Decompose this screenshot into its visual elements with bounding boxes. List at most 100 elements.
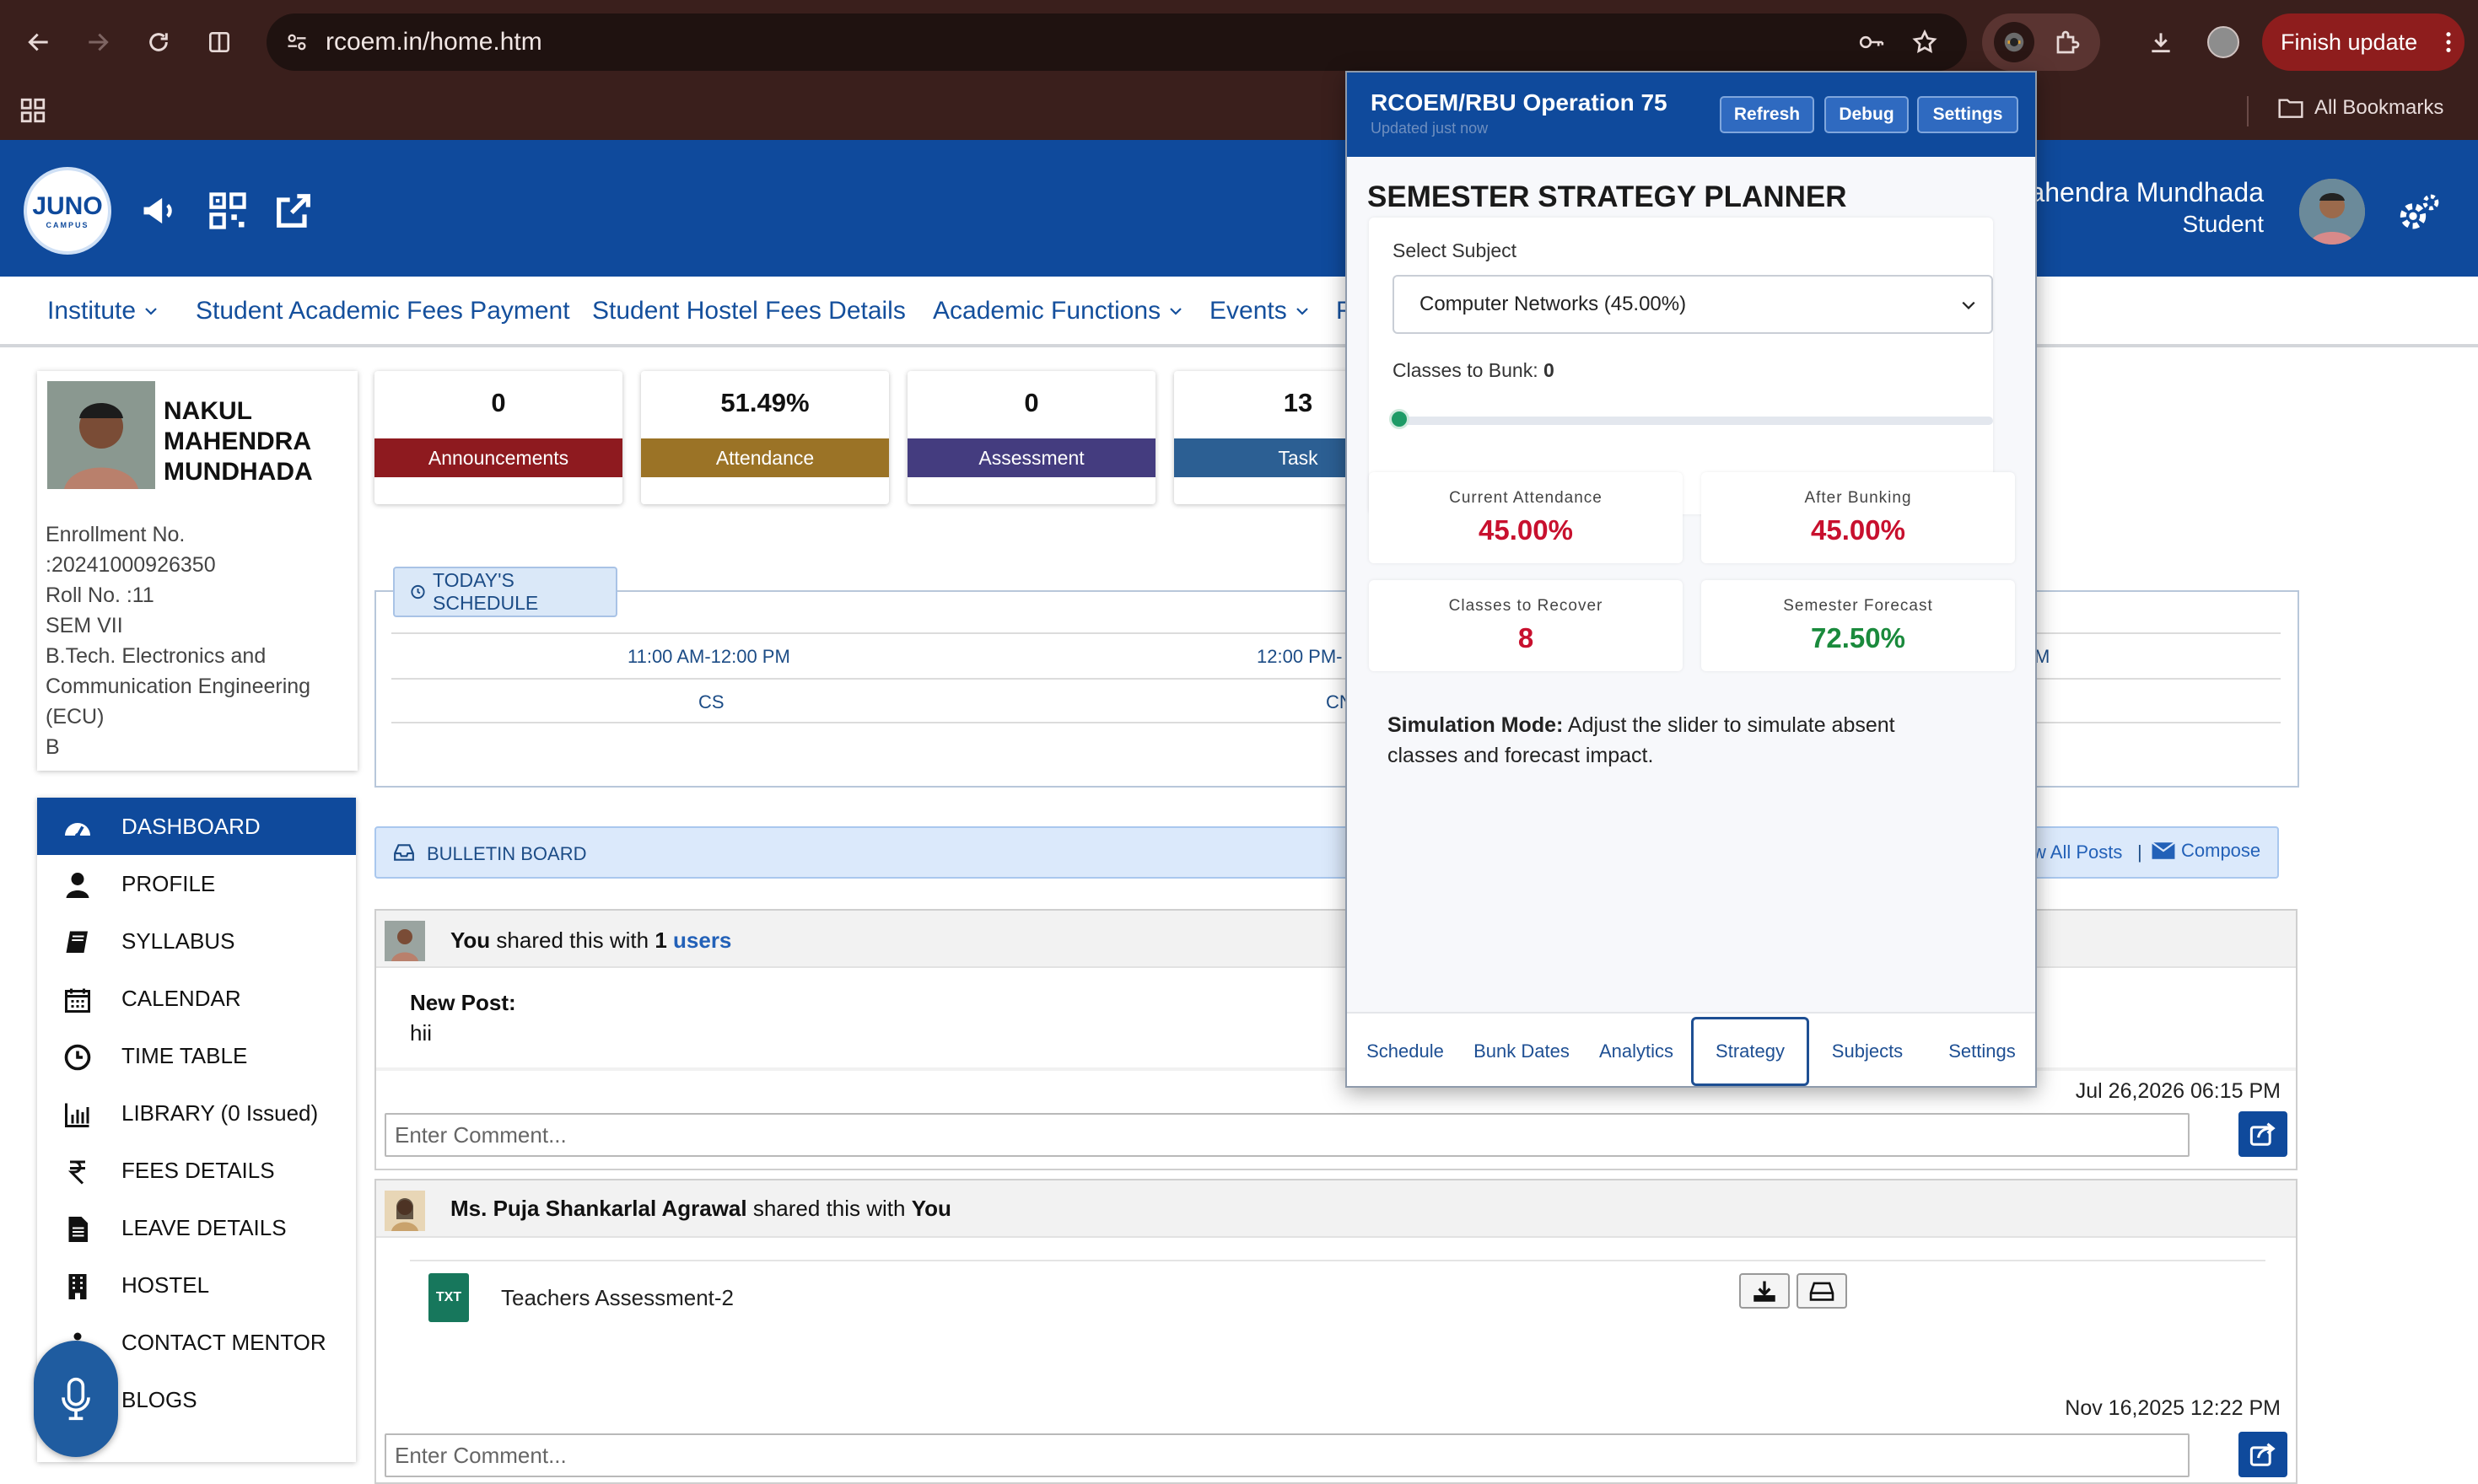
sidebar-item-profile[interactable]: PROFILE [37, 855, 356, 912]
stat-label: Assessment [908, 438, 1156, 477]
sidebar-item-hostel[interactable]: HOSTEL [37, 1256, 356, 1314]
menu-academic-functions[interactable]: Academic Functions [933, 297, 1182, 325]
sidebar-item-syllabus[interactable]: SYLLABUS [37, 912, 356, 970]
sidebar-label: PROFILE [121, 870, 216, 896]
sidebar-item-leave[interactable]: LEAVE DETAILS [37, 1199, 356, 1256]
post-share-count: 1 [655, 928, 667, 953]
simulation-note-title: Simulation Mode: [1387, 713, 1564, 737]
juno-logo[interactable]: JUNO CAMPUS [24, 167, 111, 255]
sidebar-item-timetable[interactable]: TIME TABLE [37, 1027, 356, 1084]
arrow-left-icon [28, 33, 48, 51]
compose-link[interactable]: Compose [2151, 840, 2260, 862]
qr-code-icon[interactable] [206, 189, 250, 233]
sidebar-label: HOSTEL [121, 1272, 210, 1298]
settings-gears-icon[interactable] [2395, 191, 2443, 238]
todays-schedule-tab[interactable]: TODAY'S SCHEDULE [393, 567, 617, 617]
stat-attendance[interactable]: 51.49% Attendance [641, 371, 889, 504]
metric-label: After Bunking [1804, 489, 1912, 507]
chevron-down-icon [1170, 308, 1182, 315]
puzzle-icon[interactable] [2053, 27, 2083, 57]
info-line: Roll No. :11 [46, 583, 154, 607]
folder-icon [2278, 99, 2303, 118]
metric-value: 45.00% [1811, 514, 1905, 546]
menu-label: Events [1209, 297, 1287, 325]
download-attachment-button[interactable] [1739, 1273, 1790, 1309]
metric-label: Current Attendance [1449, 489, 1603, 507]
tab-subjects[interactable]: Subjects [1813, 1014, 1922, 1086]
extension-popup: RCOEM/RBU Operation 75 Updated just now … [1345, 71, 2037, 1088]
document-icon [68, 1217, 88, 1242]
subject-select-value: Computer Networks (45.00%) [1419, 293, 1687, 315]
apps-grid-icon[interactable] [19, 96, 47, 125]
popup-tab-bar: Schedule Bunk Dates Analytics Strategy S… [1347, 1012, 2035, 1086]
arrow-right-icon [89, 33, 109, 51]
post-header: Ms. Puja Shankarlal Agrawal shared this … [376, 1180, 2296, 1238]
schedule-subject[interactable]: CS [698, 691, 725, 713]
menu-events[interactable]: Events [1209, 297, 1309, 325]
post-share-text: shared this with [752, 1196, 906, 1221]
sidebar-item-fees[interactable]: FEES DETAILS [37, 1142, 356, 1199]
refresh-button[interactable]: Refresh [1720, 96, 1814, 133]
clock-icon [411, 584, 425, 600]
extension-icon-active[interactable] [1994, 22, 2034, 62]
post-timestamp: Nov 16,2025 12:22 PM [2065, 1396, 2281, 1420]
sidebar-item-library[interactable]: LIBRARY (0 Issued) [37, 1084, 356, 1142]
star-icon[interactable] [1911, 29, 1938, 56]
comment-input[interactable]: Enter Comment... [385, 1113, 2190, 1157]
save-drive-button[interactable] [1797, 1273, 1847, 1309]
reload-icon [149, 33, 168, 51]
reload-button[interactable] [137, 20, 180, 64]
finish-update-button[interactable]: Finish update [2262, 13, 2465, 71]
megaphone-icon[interactable] [138, 189, 182, 233]
attachment-name[interactable]: Teachers Assessment-2 [501, 1285, 734, 1311]
profile-button[interactable] [2201, 20, 2245, 64]
post-share-target-link[interactable]: users [673, 928, 731, 953]
sidebar-label: CALENDAR [121, 985, 241, 1011]
key-icon[interactable] [1857, 30, 1886, 54]
stat-label: Attendance [641, 438, 889, 477]
menu-hostel-fees[interactable]: Student Hostel Fees Details [592, 297, 906, 325]
planner-controls: Select Subject Computer Networks (45.00%… [1369, 218, 1993, 514]
site-info-icon [288, 34, 306, 51]
tab-bunk-dates[interactable]: Bunk Dates [1467, 1014, 1576, 1086]
tab-analytics[interactable]: Analytics [1581, 1014, 1691, 1086]
split-view-button[interactable] [197, 20, 241, 64]
external-link-icon[interactable] [272, 189, 315, 233]
share-comment-button[interactable] [2238, 1432, 2287, 1477]
url-text: rcoem.in/home.htm [326, 28, 542, 56]
back-button[interactable] [17, 20, 61, 64]
share-comment-button[interactable] [2238, 1111, 2287, 1157]
sidebar-item-calendar[interactable]: CALENDAR [37, 970, 356, 1027]
menu-institute[interactable]: Institute [47, 297, 158, 325]
bunk-slider[interactable] [1393, 417, 1993, 425]
tab-schedule[interactable]: Schedule [1350, 1014, 1460, 1086]
view-all-posts-link[interactable]: w All Posts [2033, 841, 2122, 863]
stat-value: 0 [1024, 388, 1039, 417]
menu-academic-fees[interactable]: Student Academic Fees Payment [196, 297, 570, 325]
bunk-slider-handle[interactable] [1389, 409, 1409, 429]
downloads-button[interactable] [2139, 20, 2183, 64]
stat-announcements[interactable]: 0 Announcements [374, 371, 622, 504]
stat-assessment[interactable]: 0 Assessment [908, 371, 1156, 504]
all-bookmarks-button[interactable]: All Bookmarks [2277, 96, 2443, 120]
post-share-line: Ms. Puja Shankarlal Agrawal shared this … [450, 1196, 951, 1222]
tab-settings[interactable]: Settings [1927, 1014, 2035, 1086]
settings-button[interactable]: Settings [1917, 96, 2018, 133]
tab-strategy[interactable]: Strategy [1691, 1017, 1809, 1086]
address-bar[interactable]: rcoem.in/home.htm [267, 13, 1967, 71]
student-name-line: MUNDHADA [164, 458, 313, 486]
profile-avatar-icon [2207, 26, 2239, 58]
comment-input[interactable]: Enter Comment... [385, 1433, 2190, 1477]
sidebar-item-dashboard[interactable]: DASHBOARD [37, 798, 356, 855]
debug-button[interactable]: Debug [1824, 96, 1909, 133]
sidebar-label: LEAVE DETAILS [121, 1214, 287, 1240]
metric-classes-to-recover: Classes to Recover 8 [1369, 580, 1683, 671]
download-icon [2152, 33, 2170, 53]
subject-select[interactable]: Computer Networks (45.00%) [1393, 275, 1993, 334]
building-icon [68, 1274, 87, 1299]
classes-to-bunk-label: Classes to Bunk: 0 [1393, 359, 1554, 382]
user-avatar[interactable] [2299, 179, 2365, 245]
info-line: B [46, 735, 60, 759]
forward-button[interactable] [76, 20, 120, 64]
voice-assistant-button[interactable] [34, 1341, 118, 1457]
